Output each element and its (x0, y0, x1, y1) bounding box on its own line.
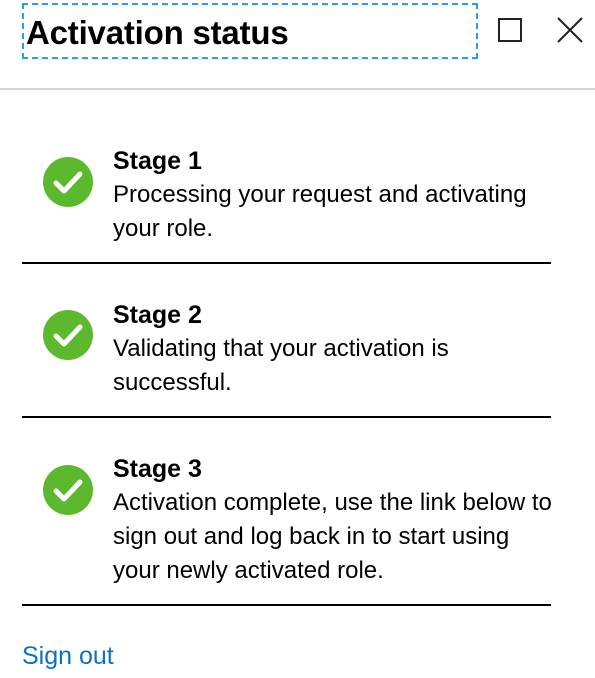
sign-out-link[interactable]: Sign out (22, 640, 114, 672)
title-focus-box: Activation status (22, 3, 478, 59)
dialog-header: Activation status (0, 0, 595, 90)
stage-text: Stage 1 Processing your request and acti… (113, 146, 553, 246)
stage-text: Stage 3 Activation complete, use the lin… (113, 454, 553, 588)
stage-title: Stage 3 (113, 455, 202, 483)
stage-title: Stage 1 (113, 147, 202, 175)
maximize-button[interactable] (494, 14, 526, 46)
close-icon (557, 17, 583, 43)
check-circle-icon (43, 465, 93, 515)
dialog-title: Activation status (26, 14, 289, 51)
stages-list: Stage 1 Processing your request and acti… (22, 130, 553, 606)
stage-description: Processing your request and activating y… (113, 181, 527, 242)
activation-status-dialog: Activation status Stage 1 Processing you… (0, 0, 595, 678)
stage-title: Stage 2 (113, 301, 202, 329)
check-circle-icon (43, 310, 93, 360)
stage-text: Stage 2 Validating that your activation … (113, 300, 553, 400)
close-button[interactable] (554, 14, 586, 46)
stage-item: Stage 3 Activation complete, use the lin… (22, 418, 553, 606)
stage-item: Stage 1 Processing your request and acti… (22, 130, 551, 264)
check-circle-icon (43, 157, 93, 207)
stage-description: Activation complete, use the link below … (113, 489, 552, 584)
stage-description: Validating that your activation is succe… (113, 335, 449, 396)
stage-item: Stage 2 Validating that your activation … (22, 264, 551, 418)
maximize-icon (498, 18, 522, 42)
